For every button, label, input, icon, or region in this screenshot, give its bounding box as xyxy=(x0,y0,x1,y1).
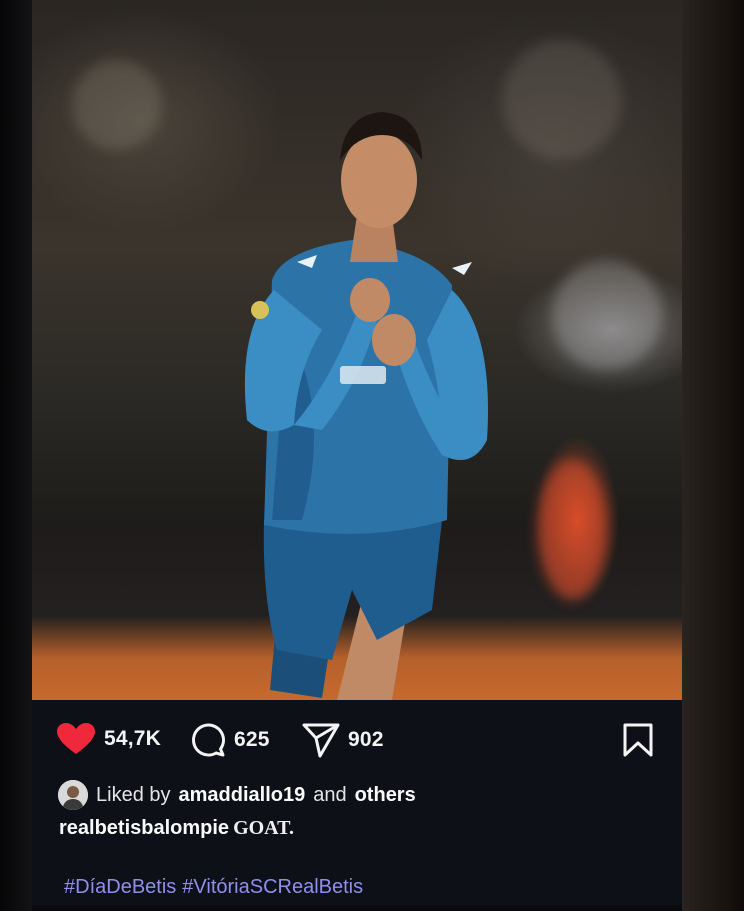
likes-count: 54,7K xyxy=(104,727,162,750)
post-actions-bar: 54,7K 625 902 xyxy=(32,700,682,780)
user-avatar-image xyxy=(58,780,88,810)
liked-by-username[interactable]: amaddiallo19 xyxy=(179,784,306,807)
avatar[interactable] xyxy=(58,780,88,810)
save-action[interactable] xyxy=(622,722,654,758)
comment-icon[interactable] xyxy=(190,722,226,758)
caption-text: GOAT. xyxy=(233,817,294,839)
caption-username[interactable]: realbetisbalompie xyxy=(59,817,229,839)
post-photo[interactable] xyxy=(32,0,682,700)
right-frame-edge xyxy=(682,0,744,911)
paper-plane-icon[interactable] xyxy=(302,722,340,758)
left-frame-edge xyxy=(0,0,32,911)
shares-count: 902 xyxy=(348,728,384,751)
share-action[interactable]: 902 xyxy=(302,722,384,758)
like-action[interactable]: 54,7K xyxy=(56,722,161,756)
bookmark-icon[interactable] xyxy=(622,722,654,758)
post-caption: realbetisbalompie GOAT. xyxy=(59,817,294,840)
comment-action[interactable]: 625 xyxy=(190,722,270,758)
liked-by-others[interactable]: others xyxy=(355,784,416,807)
liked-by-row: Liked by amaddiallo19 and others xyxy=(58,780,416,810)
player-illustration xyxy=(244,112,488,700)
hashtag-link[interactable]: #VitóriaSCRealBetis xyxy=(182,876,363,898)
liked-by-and: and xyxy=(313,783,347,806)
instagram-post-card: 54,7K 625 902 Liked by amaddiallo19 and … xyxy=(32,0,682,905)
hashtag-link[interactable]: #DíaDeBetis xyxy=(64,876,176,898)
comments-count: 625 xyxy=(234,728,270,751)
hashtag-row: #DíaDeBetis #VitóriaSCRealBetis xyxy=(64,876,363,899)
liked-by-prefix: Liked by xyxy=(96,783,171,806)
heart-icon[interactable] xyxy=(56,722,96,756)
